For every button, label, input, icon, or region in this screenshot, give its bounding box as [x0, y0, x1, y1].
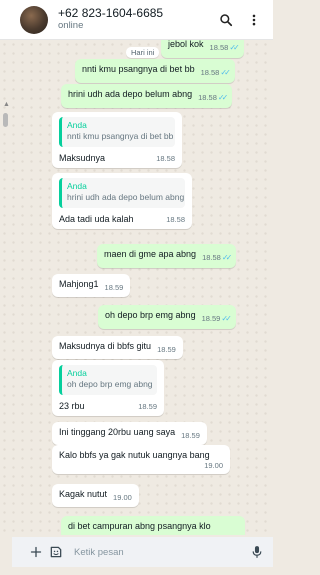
double-check-icon: ✓✓ — [229, 43, 240, 52]
message-text: Mahjong1 — [59, 279, 99, 289]
double-check-icon: ✓✓ — [221, 253, 233, 262]
attach-button[interactable] — [26, 542, 46, 562]
message-text: jebol kok — [168, 40, 204, 49]
message-bubble-incoming[interactable]: Anda oh depo brp emg abng 23 rbu 18.59 — [52, 360, 164, 417]
double-check-icon: ✓✓ — [221, 314, 232, 323]
chat-header: +62 823-1604-6685 online — [0, 0, 273, 40]
message-time: 18.58 — [198, 93, 217, 102]
quote-author: Anda — [67, 368, 87, 378]
search-button[interactable] — [215, 9, 237, 31]
quote-text: oh depo brp emg abng — [67, 379, 153, 390]
double-check-icon: ✓✓ — [217, 93, 229, 102]
message-bubble-incoming[interactable]: Anda hrini udh ada depo belum abng Ada t… — [52, 173, 192, 230]
message-input[interactable]: Ketik pesan — [66, 541, 247, 563]
more-vertical-icon — [252, 14, 256, 25]
message-text: Kagak nutut — [59, 489, 108, 499]
message-time: 19.00 — [204, 461, 223, 471]
message-list[interactable]: ▲ jebol kok 18.58✓✓ Hari ini nnti kmu psa… — [0, 40, 273, 535]
message-bubble-incoming[interactable]: Maksudnya di bbfs gitu 18.59 — [52, 336, 183, 360]
message-time: 19.00 — [113, 493, 132, 502]
contact-avatar[interactable] — [20, 5, 48, 34]
message-text: Maksudnya di bbfs gitu — [59, 341, 152, 351]
message-bubble-outgoing[interactable]: di bet campuran abng psangnya klo — [61, 516, 245, 535]
message-text: maen di gme apa abng — [104, 249, 197, 259]
search-icon — [220, 13, 233, 26]
contact-status: online — [58, 19, 84, 31]
message-text: Maksudnya — [59, 152, 106, 163]
message-text: Kalo bbfs ya gak nutuk uangnya bang — [59, 450, 210, 460]
message-time: 18.59 — [104, 283, 124, 292]
message-time: 18.58 — [202, 253, 221, 262]
message-bubble-incoming[interactable]: Anda nnti kmu psangnya di bet bb Maksudn… — [52, 112, 182, 169]
scroll-up-arrow-icon[interactable]: ▲ — [3, 101, 10, 108]
menu-button[interactable] — [243, 9, 265, 31]
message-bubble-outgoing[interactable]: hrini udh ada depo belum abng 18.58✓✓ — [61, 84, 233, 108]
quote-text: hrini udh ada depo belum abng — [67, 192, 185, 203]
message-text: oh depo brp emg abng — [105, 310, 196, 320]
message-time: 18.59 — [157, 345, 176, 354]
quoted-message[interactable]: Anda oh depo brp emg abng — [59, 365, 157, 395]
sticker-icon — [50, 546, 62, 558]
message-bubble-outgoing[interactable]: oh depo brp emg abng 18.59✓✓ — [98, 305, 236, 329]
voice-button[interactable] — [247, 542, 267, 562]
quoted-message[interactable]: Anda nnti kmu psangnya di bet bb — [59, 117, 175, 147]
message-time: 18.58 — [156, 153, 175, 163]
date-chip: Hari ini — [126, 47, 160, 58]
contact-info[interactable]: +62 823-1604-6685 online — [58, 6, 209, 32]
message-bubble-incoming[interactable]: Mahjong1 18.59 — [52, 274, 131, 298]
quote-author: Anda — [67, 120, 87, 130]
message-time: 18.59 — [138, 401, 157, 411]
message-text: nnti kmu psangnya di bet bb — [82, 64, 195, 74]
contact-name: +62 823-1604-6685 — [58, 6, 164, 21]
microphone-icon — [252, 546, 262, 558]
message-time: 18.59 — [181, 431, 200, 440]
quote-text: nnti kmu psangnya di bet bb — [67, 131, 174, 142]
scrollbar-thumb[interactable] — [3, 113, 8, 127]
quote-author: Anda — [67, 181, 87, 191]
message-time: 18.59 — [201, 314, 221, 323]
message-time: 18.58 — [209, 43, 229, 52]
message-text: Ini tinggang 20rbu uang saya — [59, 427, 176, 437]
message-bubble-incoming[interactable]: Kalo bbfs ya gak nutuk uangnya bang 19.0… — [52, 445, 230, 475]
message-bubble-outgoing[interactable]: jebol kok 18.58✓✓ — [161, 40, 244, 58]
plus-icon — [30, 546, 42, 558]
double-check-icon: ✓✓ — [220, 68, 231, 77]
message-text: di bet campuran abng psangnya klo — [68, 521, 211, 531]
message-text: 23 rbu — [59, 400, 85, 411]
message-bubble-outgoing[interactable]: maen di gme apa abng 18.58✓✓ — [97, 244, 237, 268]
message-time: 18.58 — [166, 214, 185, 224]
message-composer: Ketik pesan — [12, 537, 273, 567]
quoted-message[interactable]: Anda hrini udh ada depo belum abng — [59, 178, 185, 208]
message-text: hrini udh ada depo belum abng — [68, 89, 193, 99]
message-text: Ada tadi uda kalah — [59, 213, 134, 224]
sticker-button[interactable] — [46, 542, 66, 562]
message-bubble-incoming[interactable]: Ini tinggang 20rbu uang saya 18.59 — [52, 422, 207, 446]
message-bubble-outgoing[interactable]: nnti kmu psangnya di bet bb 18.58✓✓ — [75, 59, 235, 83]
message-time: 18.58 — [200, 68, 220, 77]
message-bubble-incoming[interactable]: Kagak nutut 19.00 — [52, 484, 139, 508]
